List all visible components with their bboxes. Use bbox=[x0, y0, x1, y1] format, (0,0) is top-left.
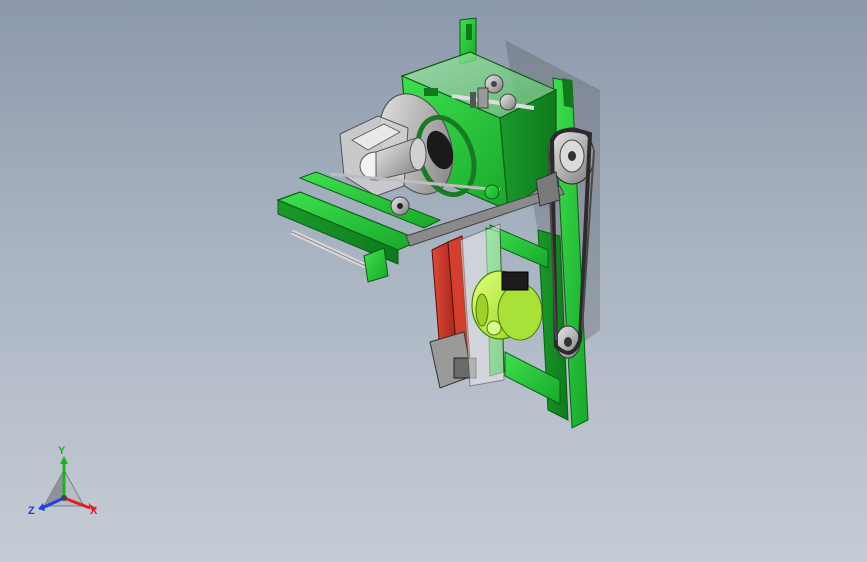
coordinate-triad: Y X Z bbox=[22, 445, 106, 522]
triad-y-label: Y bbox=[58, 445, 66, 457]
triad-z-label: Z bbox=[28, 505, 35, 517]
triad-x-label: X bbox=[90, 505, 98, 517]
electric-motor bbox=[471, 270, 543, 341]
cad-viewport[interactable]: Y X Z bbox=[0, 0, 867, 562]
machine-assembly-model[interactable] bbox=[0, 0, 867, 562]
